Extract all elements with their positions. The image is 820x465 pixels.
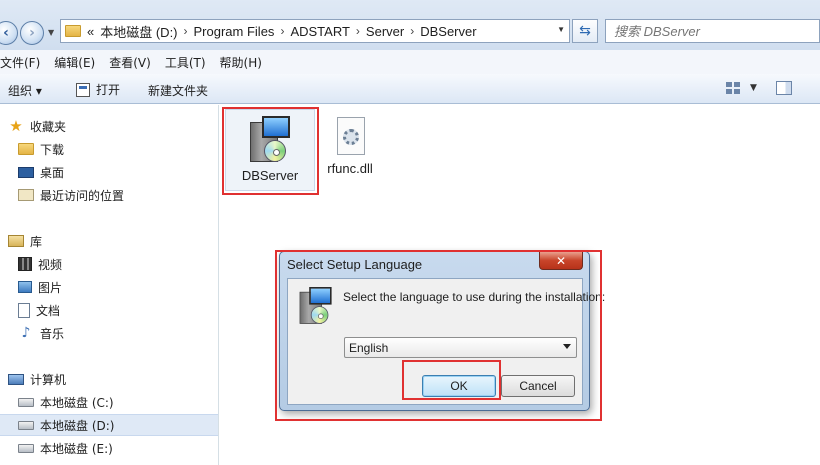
open-button[interactable]: 打开	[76, 81, 120, 98]
recent-places-icon	[18, 189, 34, 201]
breadcrumb-separator[interactable]: ›	[356, 24, 360, 38]
preview-pane-icon[interactable]	[776, 81, 792, 95]
breadcrumb-server[interactable]: Server	[366, 24, 404, 39]
breadcrumb-program-files[interactable]: Program Files	[194, 24, 275, 39]
sidebar-item-downloads[interactable]: 下载	[0, 138, 218, 160]
navigation-pane: ★ 收藏夹 下载 桌面 最近访问的位置 库 视频 图片 文档 ♪ 音乐 计算机 …	[0, 105, 219, 465]
command-bar: 组织 ▾ 打开 新建文件夹 ▼	[0, 74, 820, 104]
sidebar-item-label: 最近访问的位置	[40, 188, 125, 203]
open-icon	[76, 82, 90, 97]
sidebar-item-label: 本地磁盘 (D:)	[40, 418, 115, 433]
search-box[interactable]	[605, 19, 820, 43]
sidebar-item-label: 音乐	[40, 326, 65, 341]
sidebar-item-label: 下载	[40, 142, 65, 157]
search-input[interactable]	[614, 23, 804, 39]
sidebar-libraries[interactable]: 库	[0, 230, 218, 252]
drive-d-icon	[18, 420, 34, 430]
sidebar-item-label: 收藏夹	[30, 119, 67, 134]
sidebar-item-pictures[interactable]: 图片	[0, 276, 218, 298]
sidebar-computer[interactable]: 计算机	[0, 368, 218, 390]
drive-e-icon	[18, 443, 34, 453]
breadcrumb-drive-d[interactable]: 本地磁盘 (D:)	[100, 22, 177, 41]
refresh-icon[interactable]: ⇆	[572, 19, 598, 43]
history-dropdown-icon[interactable]: ▼	[48, 28, 54, 37]
address-dropdown-icon[interactable]: ▼	[557, 25, 565, 34]
drive-c-icon	[18, 397, 34, 407]
desktop-icon	[18, 166, 34, 178]
sidebar-item-label: 图片	[38, 280, 63, 295]
dll-gear-icon	[333, 117, 367, 157]
highlight-dbserver	[222, 107, 319, 195]
new-folder-button[interactable]: 新建文件夹	[148, 82, 208, 99]
highlight-ok-button	[402, 360, 501, 400]
sidebar-item-drive-e[interactable]: 本地磁盘 (E:)	[0, 437, 218, 459]
breadcrumb-dbserver[interactable]: DBServer	[420, 24, 476, 39]
organize-button[interactable]: 组织 ▾	[8, 82, 42, 99]
picture-icon	[18, 281, 32, 293]
sidebar-item-videos[interactable]: 视频	[0, 253, 218, 275]
address-bar[interactable]: « 本地磁盘 (D:) › Program Files › ADSTART › …	[60, 19, 570, 43]
forward-arrow-icon[interactable]: ›	[20, 21, 44, 45]
star-icon: ★	[9, 116, 23, 135]
breadcrumb-overflow[interactable]: «	[87, 24, 94, 39]
back-arrow-icon[interactable]: ‹	[0, 21, 18, 45]
menu-tools[interactable]: 工具(T)	[165, 54, 206, 71]
downloads-folder-icon	[18, 143, 34, 155]
file-item-rfunc-dll[interactable]: rfunc.dll	[320, 117, 380, 176]
folder-icon	[65, 25, 81, 37]
address-row: ‹ › ▼ « 本地磁盘 (D:) › Program Files › ADST…	[0, 0, 820, 50]
document-icon	[18, 302, 30, 318]
sidebar-item-label: 视频	[38, 257, 63, 272]
sidebar-item-label: 计算机	[30, 372, 67, 387]
breadcrumb-separator[interactable]: ›	[410, 24, 414, 38]
view-dropdown-icon[interactable]: ▼	[750, 83, 757, 93]
breadcrumb-separator[interactable]: ›	[280, 24, 284, 38]
sidebar-item-drive-c[interactable]: 本地磁盘 (C:)	[0, 391, 218, 413]
view-options-icon[interactable]	[726, 82, 740, 94]
open-label: 打开	[96, 83, 121, 97]
computer-icon	[8, 373, 24, 385]
sidebar-item-drive-d[interactable]: 本地磁盘 (D:)	[0, 414, 218, 436]
breadcrumb-adstart[interactable]: ADSTART	[290, 24, 349, 39]
menu-view[interactable]: 查看(V)	[109, 54, 151, 71]
sidebar-favorites[interactable]: ★ 收藏夹	[0, 115, 218, 137]
video-icon	[18, 257, 32, 271]
menu-edit[interactable]: 编辑(E)	[54, 54, 95, 71]
menu-help[interactable]: 帮助(H)	[220, 54, 262, 71]
menu-bar: 文件(F) 编辑(E) 查看(V) 工具(T) 帮助(H)	[0, 50, 820, 74]
file-name: rfunc.dll	[327, 161, 373, 176]
sidebar-item-music[interactable]: ♪ 音乐	[0, 322, 218, 344]
sidebar-item-recent[interactable]: 最近访问的位置	[0, 184, 218, 206]
sidebar-item-label: 桌面	[40, 165, 65, 180]
menu-file[interactable]: 文件(F)	[0, 54, 40, 71]
sidebar-item-label: 本地磁盘 (C:)	[40, 395, 114, 410]
sidebar-item-label: 本地磁盘 (E:)	[40, 441, 113, 456]
sidebar-item-label: 库	[30, 234, 43, 249]
sidebar-item-documents[interactable]: 文档	[0, 299, 218, 321]
music-note-icon: ♪	[21, 325, 31, 341]
sidebar-item-label: 文档	[36, 303, 61, 318]
library-icon	[8, 235, 24, 247]
sidebar-item-desktop[interactable]: 桌面	[0, 161, 218, 183]
breadcrumb-separator[interactable]: ›	[184, 24, 188, 38]
